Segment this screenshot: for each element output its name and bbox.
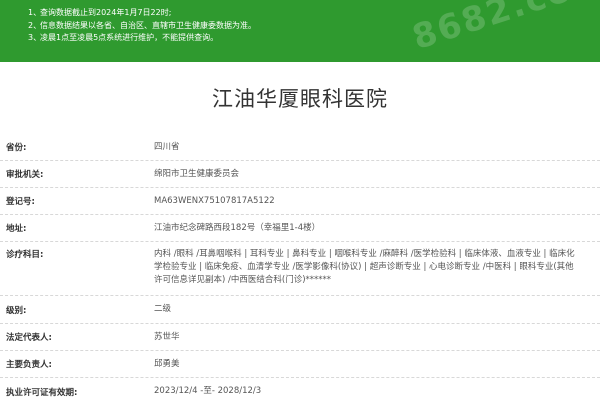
row-province: 省份: 四川省 — [0, 134, 600, 161]
value-approval-authority: 绵阳市卫生健康委员会 — [154, 168, 240, 179]
value-registration-number: MA63WENX75107817A5122 — [154, 195, 275, 206]
value-province: 四川省 — [154, 141, 180, 152]
notice-line-3: 3、凌晨1点至凌晨5点系统进行维护，不能提供查询。 — [28, 33, 219, 42]
notice-banner: 1、查询数据截止到2024年1月7日22时; 2、信息数据结果以各省、自治区、直… — [0, 0, 600, 62]
label-principal: 主要负责人: — [6, 360, 52, 370]
label-address: 地址: — [6, 224, 27, 234]
title-area: 江油华厦眼科医院 — [0, 62, 600, 134]
row-approval-authority: 审批机关: 绵阳市卫生健康委员会 — [0, 161, 600, 188]
row-legal-representative: 法定代表人: 苏世华 — [0, 324, 600, 351]
info-table: 省份: 四川省 审批机关: 绵阳市卫生健康委员会 登记号: MA63WENX75… — [0, 134, 600, 405]
value-address: 江油市纪念碑路西段182号（幸福里1-4楼） — [154, 222, 321, 233]
label-legal-representative: 法定代表人: — [6, 333, 52, 343]
hospital-name: 江油华厦眼科医院 — [212, 87, 388, 111]
label-departments: 诊疗科目: — [6, 250, 44, 260]
value-legal-representative: 苏世华 — [154, 331, 180, 342]
label-registration-number: 登记号: — [6, 197, 35, 207]
label-approval-authority: 审批机关: — [6, 170, 44, 180]
value-level: 二级 — [154, 304, 172, 314]
value-departments: 内科 /眼科 /耳鼻咽喉科 | 耳科专业 | 鼻科专业 | 咽喉科专业 /麻醉科… — [154, 249, 575, 285]
row-license-validity: 执业许可证有效期: 2023/12/4 -至- 2028/12/3 — [0, 378, 600, 405]
row-principal: 主要负责人: 邱勇美 — [0, 351, 600, 378]
label-license-validity: 执业许可证有效期: — [6, 387, 78, 398]
value-license-validity: 2023/12/4 -至- 2028/12/3 — [154, 386, 262, 396]
label-level: 级别: — [6, 305, 27, 316]
row-level: 级别: 二级 — [0, 296, 600, 324]
label-province: 省份: — [6, 143, 27, 153]
row-departments: 诊疗科目: 内科 /眼科 /耳鼻咽喉科 | 耳科专业 | 鼻科专业 | 咽喉科专… — [0, 242, 600, 296]
row-address: 地址: 江油市纪念碑路西段182号（幸福里1-4楼） — [0, 215, 600, 242]
value-principal: 邱勇美 — [154, 358, 180, 369]
row-registration-number: 登记号: MA63WENX75107817A5122 — [0, 188, 600, 215]
